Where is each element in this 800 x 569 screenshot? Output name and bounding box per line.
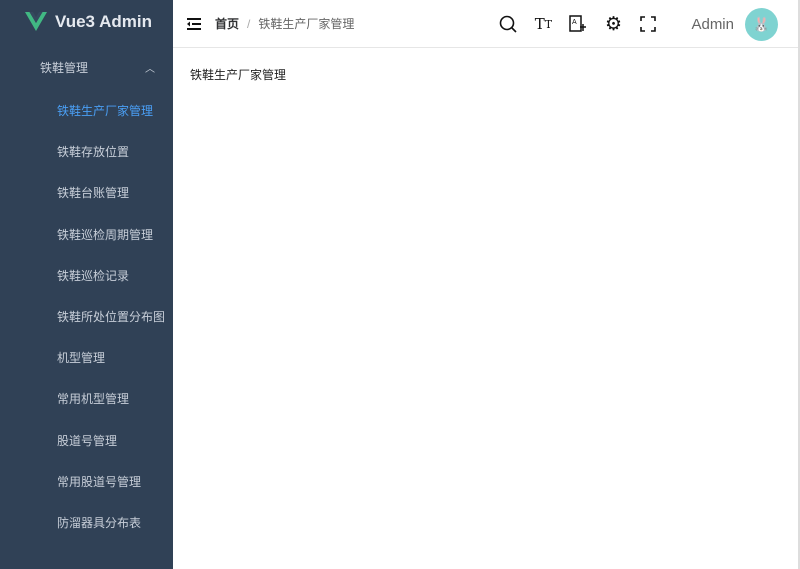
sidebar-item[interactable]: 铁鞋生产厂家管理: [0, 90, 173, 131]
breadcrumb: 首页 / 铁鞋生产厂家管理: [215, 15, 354, 32]
sidebar-item[interactable]: 常用股道号管理: [0, 461, 173, 502]
sidebar-item[interactable]: 铁鞋存放位置: [0, 131, 173, 172]
sidebar-item[interactable]: 铁鞋巡检记录: [0, 255, 173, 296]
search-icon[interactable]: [499, 15, 518, 33]
sidebar-item[interactable]: 机型管理: [0, 337, 173, 378]
sidebar-item[interactable]: 股道号管理: [0, 420, 173, 461]
font-size-icon[interactable]: TT: [534, 15, 552, 33]
menu-fold-icon[interactable]: [187, 17, 201, 30]
vue-logo-icon: [25, 12, 47, 31]
toolbar: TT A ⚙ Admin 🐰: [499, 0, 778, 48]
breadcrumb-separator: /: [247, 16, 251, 31]
fullscreen-icon[interactable]: [639, 15, 657, 33]
breadcrumb-home[interactable]: 首页: [215, 15, 239, 32]
settings-gear-icon[interactable]: ⚙: [604, 14, 622, 35]
sidebar-item[interactable]: 铁鞋所处位置分布图: [0, 296, 173, 337]
logo[interactable]: Vue3 Admin: [0, 0, 173, 44]
page-title: 铁鞋生产厂家管理: [190, 68, 287, 82]
avatar[interactable]: 🐰: [745, 7, 778, 41]
sidebar-item[interactable]: 防溜器具分布表: [0, 502, 173, 543]
sidebar-item[interactable]: 常用机型管理: [0, 378, 173, 419]
header: 首页 / 铁鞋生产厂家管理 TT A ⚙ Admin 🐰: [173, 0, 800, 48]
sidebar: Vue3 Admin 铁鞋管理 ︿ 铁鞋生产厂家管理 铁鞋存放位置 铁鞋台账管理 铁鞋…: [0, 0, 173, 569]
user-name[interactable]: Admin: [691, 16, 734, 33]
menu-group-tiexie[interactable]: 铁鞋管理 ︿: [0, 44, 173, 90]
translate-icon[interactable]: A: [569, 15, 587, 33]
breadcrumb-current: 铁鞋生产厂家管理: [258, 17, 355, 31]
sidebar-item[interactable]: 铁鞋台账管理: [0, 172, 173, 213]
menu-group-label: 铁鞋管理: [40, 60, 89, 75]
svg-text:A: A: [572, 19, 577, 26]
app-title: Vue3 Admin: [55, 12, 152, 31]
sidebar-item[interactable]: 铁鞋巡检周期管理: [0, 214, 173, 255]
chevron-up-icon: ︿: [145, 63, 155, 75]
